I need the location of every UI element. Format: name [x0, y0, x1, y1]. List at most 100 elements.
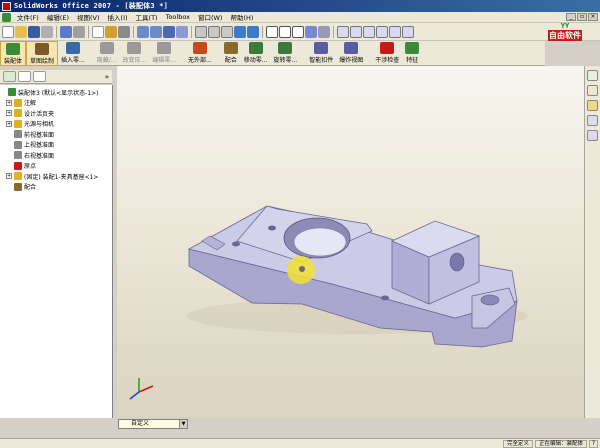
hidden-lines-visible-icon[interactable]	[279, 25, 291, 38]
command-button[interactable]: 改变压...	[120, 41, 150, 64]
command-label: 隐藏/...	[96, 57, 117, 64]
rotate-view-icon[interactable]	[234, 25, 246, 38]
command-button[interactable]: 插入零...	[58, 41, 88, 64]
menu-help[interactable]: 帮助(H)	[226, 12, 257, 22]
view-orientation-icon[interactable]	[137, 25, 149, 38]
logo-mark: 自由软件	[548, 30, 582, 41]
command-button[interactable]: 旋转零...	[270, 41, 300, 64]
open-folder-icon[interactable]	[15, 25, 27, 38]
zoom-area-icon[interactable]	[208, 25, 220, 38]
shaded-with-edges-icon[interactable]	[305, 25, 317, 38]
feature-tree: 装配体3 (默认<显示状态-1>) + 注解 + 设计活页夹 + 光源与相机 前视基准面 上视基…	[0, 85, 113, 418]
menu-view[interactable]: 视图(V)	[73, 12, 104, 22]
tree-node[interactable]: + 设计活页夹	[0, 108, 112, 119]
command-icon	[192, 42, 207, 54]
undo-icon[interactable]	[60, 25, 72, 38]
file-explorer-icon[interactable]	[587, 100, 598, 111]
expand-plus-icon[interactable]: +	[6, 99, 12, 106]
tree-node[interactable]: + 注解	[0, 98, 112, 109]
design-library-icon[interactable]	[587, 85, 598, 96]
redo-icon[interactable]	[73, 25, 85, 38]
options-gear-icon[interactable]	[118, 25, 130, 38]
command-icon	[127, 42, 142, 54]
command-label: 装配体	[4, 58, 23, 65]
rebuild-icon[interactable]	[105, 25, 117, 38]
tree-node[interactable]: 上视基准面	[0, 140, 112, 151]
zoom-in-out-icon[interactable]	[221, 25, 233, 38]
tree-node[interactable]: + (固定) 装配1-夹具基座<1>	[0, 171, 112, 182]
slot-hole	[480, 294, 500, 306]
menu-edit[interactable]: 编辑(E)	[43, 12, 73, 22]
pan-icon[interactable]	[247, 25, 259, 38]
command-button[interactable]: 特征	[402, 41, 422, 64]
tree-node-label: 光源与相机	[24, 121, 55, 129]
zoom-fit-icon[interactable]	[195, 25, 207, 38]
solidworks-app-icon[interactable]	[2, 1, 11, 11]
expand-chevron-icon[interactable]: »	[105, 73, 109, 81]
tree-node[interactable]: 右视基准面	[0, 150, 112, 161]
configuration-manager-tab-icon[interactable]	[33, 71, 46, 82]
tree-node[interactable]: 配合	[0, 182, 112, 193]
command-button[interactable]: 智能扣件	[306, 41, 336, 64]
expand-plus-icon[interactable]: +	[6, 110, 12, 117]
dropdown-arrow-icon[interactable]: ▼	[179, 420, 187, 428]
top-view-icon[interactable]	[389, 25, 401, 38]
document-icon[interactable]	[2, 12, 11, 22]
command-button[interactable]: 配合	[221, 41, 241, 64]
minimize-icon[interactable]: _	[566, 13, 576, 21]
isometric-view-icon[interactable]	[402, 25, 414, 38]
shaded-icon[interactable]	[176, 25, 188, 38]
expand-plus-icon[interactable]: +	[6, 173, 12, 180]
toolbar-separator	[88, 25, 89, 38]
hidden-lines-removed-icon[interactable]	[292, 25, 304, 38]
command-button[interactable]: 编辑零...	[149, 41, 179, 64]
tree-node[interactable]: + 光源与相机	[0, 119, 112, 130]
new-document-icon[interactable]	[2, 25, 14, 38]
menu-file[interactable]: 文件(F)	[13, 12, 43, 22]
help-icon[interactable]: ?	[589, 439, 598, 448]
select-arrow-icon[interactable]	[92, 25, 104, 38]
command-icon	[380, 42, 395, 54]
search-icon[interactable]	[587, 115, 598, 126]
solidworks-resources-icon[interactable]	[587, 70, 598, 81]
wireframe-icon[interactable]	[266, 25, 278, 38]
definition-status: 完全定义	[502, 439, 533, 448]
tree-node[interactable]: 前视基准面	[0, 129, 112, 140]
menu-window[interactable]: 窗口(W)	[194, 12, 227, 22]
command-button[interactable]: 装配体	[0, 41, 27, 66]
configuration-dropdown[interactable]: 自定义 ▼	[118, 419, 188, 429]
command-button[interactable]: 隐藏/...	[94, 41, 120, 64]
origin-icon	[14, 161, 22, 170]
view-palette-icon[interactable]	[587, 130, 598, 141]
command-button[interactable]: 无外部...	[185, 41, 215, 64]
right-view-icon[interactable]	[376, 25, 388, 38]
section-view-icon[interactable]	[150, 25, 162, 38]
left-view-icon[interactable]	[363, 25, 375, 38]
front-view-icon[interactable]	[337, 25, 349, 38]
shadows-icon[interactable]	[318, 25, 330, 38]
mounting-hole	[232, 241, 240, 247]
restore-icon[interactable]: ▫	[577, 13, 587, 21]
menu-tools[interactable]: 工具(T)	[132, 12, 162, 22]
command-button[interactable]: 草图绘制	[26, 41, 59, 66]
mounting-hole	[381, 295, 389, 301]
close-icon[interactable]: ×	[588, 13, 598, 21]
standard-toolbar	[0, 23, 600, 41]
back-view-icon[interactable]	[350, 25, 362, 38]
save-icon[interactable]	[28, 25, 40, 38]
command-button[interactable]: 爆炸视图	[336, 41, 366, 64]
command-button[interactable]: 干涉检查	[372, 41, 402, 64]
tree-node[interactable]: 装配体3 (默认<显示状态-1>)	[0, 87, 112, 98]
command-button[interactable]: 移动零...	[241, 41, 271, 64]
display-style-icon[interactable]	[163, 25, 175, 38]
tree-node-label: 上视基准面	[24, 142, 55, 150]
document-window-controls: _ ▫ ×	[566, 13, 598, 21]
tree-node[interactable]: 原点	[0, 161, 112, 172]
print-icon[interactable]	[41, 25, 53, 38]
menu-insert[interactable]: 插入(I)	[104, 12, 132, 22]
expand-plus-icon[interactable]: +	[6, 120, 12, 127]
menu-toolbox[interactable]: Toolbox	[162, 13, 194, 21]
property-manager-tab-icon[interactable]	[18, 71, 31, 82]
feature-manager-tab-icon[interactable]	[3, 71, 16, 82]
graphics-viewport[interactable]	[117, 66, 584, 418]
